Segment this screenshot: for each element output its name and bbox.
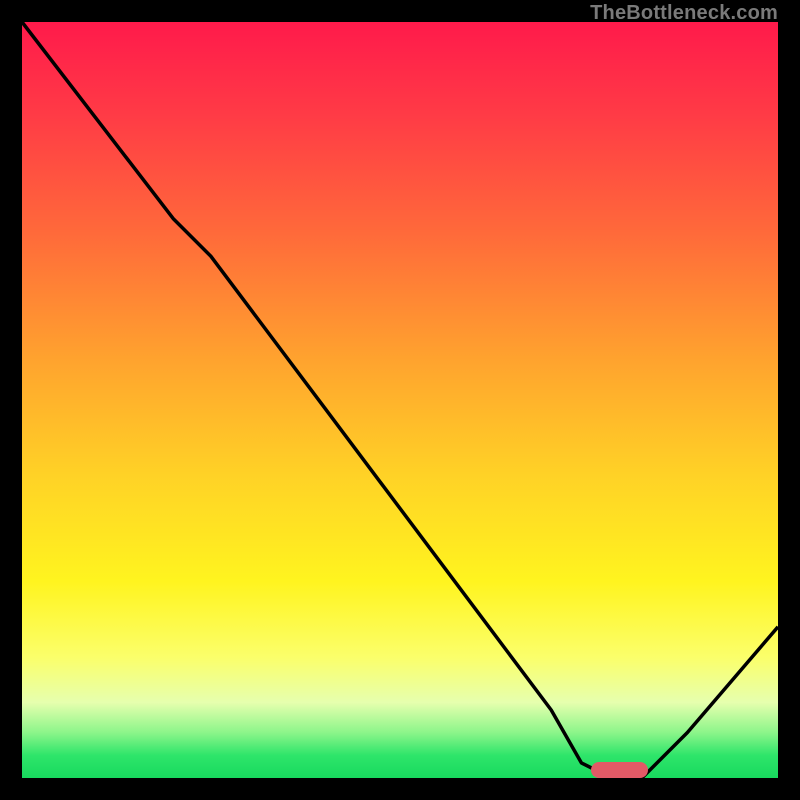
- optimal-range-marker: [591, 762, 648, 778]
- curve-path: [22, 22, 778, 778]
- bottleneck-curve: [22, 22, 778, 778]
- watermark-text: TheBottleneck.com: [590, 2, 778, 25]
